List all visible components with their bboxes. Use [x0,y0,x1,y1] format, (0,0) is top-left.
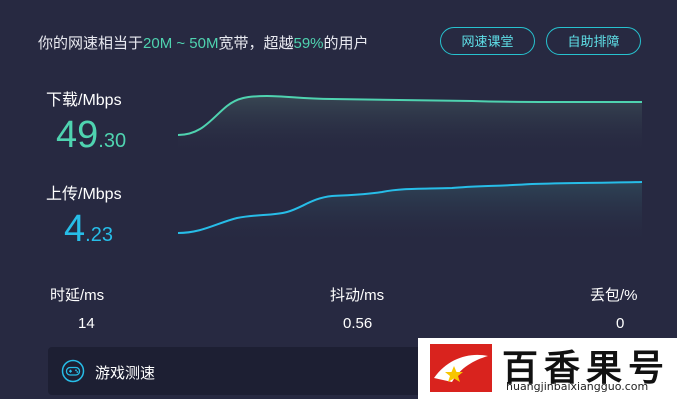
download-label: 下载/Mbps [46,92,122,109]
summary-prefix: 你的网速相当于 [38,35,144,52]
watermark-logo [430,344,492,392]
self-help-troubleshoot-button[interactable]: 自助排障 [546,27,641,55]
summary-suffix: 的用户 [323,35,369,52]
latency-value: 14 [78,315,95,332]
packet-loss-label: 丢包/% [590,287,638,304]
speed-course-button[interactable]: 网速课堂 [440,27,535,55]
jitter-value: 0.56 [343,315,373,332]
summary-range: 20M ~ 50M [143,35,219,52]
game-speed-test-label: 游戏测速 [95,365,156,382]
download-value-dec: .30 [98,130,127,152]
upload-label: 上传/Mbps [46,186,122,203]
upload-speed-chart [177,181,643,240]
upload-value: 4.23 [64,210,113,254]
jitter-label: 抖动/ms [330,287,385,304]
download-area [178,96,642,150]
watermark-url: huangjinbaixiangguo.com [506,380,649,393]
upload-area [178,182,642,240]
upload-value-int: 4 [64,208,86,250]
latency-label: 时延/ms [50,287,105,304]
upload-value-dec: .23 [85,224,113,246]
download-value: 49.30 [56,116,126,160]
gamepad-icon [61,359,85,383]
packet-loss-value: 0 [616,315,625,332]
speed-summary: 你的网速相当于20M ~ 50M宽带，超越59%的用户 [38,32,369,53]
download-value-int: 49 [56,114,99,156]
summary-percent: 59% [293,35,324,52]
summary-mid: 宽带，超越 [218,35,294,52]
download-speed-chart [177,94,642,150]
